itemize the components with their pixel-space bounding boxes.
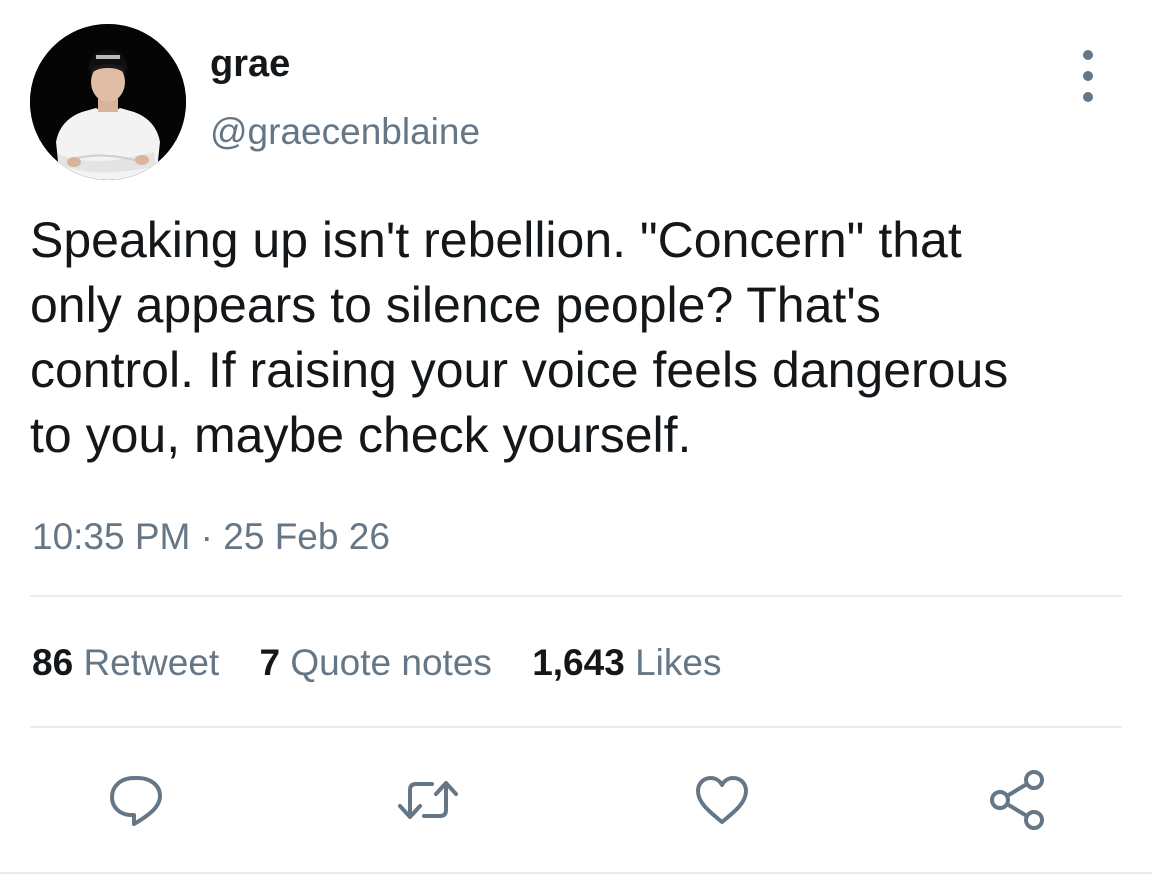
reply-icon [110, 776, 162, 826]
tweet-text: Speaking up isn't rebellion. "Concern" t… [30, 208, 1145, 468]
quote-label: Quote notes [290, 642, 492, 683]
display-name[interactable]: grae [210, 42, 290, 86]
reply-button[interactable] [104, 768, 168, 832]
tweet-text-line: Speaking up isn't rebellion. "Concern" t… [30, 212, 962, 268]
retweet-label: Retweet [83, 642, 220, 683]
timestamp-separator: · [200, 516, 213, 557]
divider [30, 726, 1122, 728]
tweet-text-line: to you, maybe check yourself. [30, 407, 692, 463]
more-options-dot [1083, 92, 1093, 102]
tweet-text-line: only appears to silence people? That's [30, 277, 881, 333]
quote-count: 7 [259, 642, 281, 683]
engagement-stats: 86 Retweet 7 Quote notes 1,643 Likes [32, 640, 751, 686]
more-options-dot [1083, 71, 1093, 81]
like-count: 1,643 [532, 642, 625, 683]
like-count-link[interactable]: 1,643 Likes [532, 640, 721, 686]
more-options-button[interactable] [1070, 50, 1106, 102]
tweet-time: 10:35 PM [32, 516, 191, 557]
retweet-count: 86 [32, 642, 74, 683]
tweet-timestamp[interactable]: 10:35 PM · 25 Feb 26 [32, 514, 390, 560]
tweet-date: 25 Feb 26 [223, 516, 390, 557]
retweet-button[interactable] [396, 768, 460, 832]
like-icon [696, 776, 748, 824]
action-bar [0, 768, 1152, 832]
quote-count-link[interactable]: 7 Quote notes [259, 640, 491, 686]
profile-photo-icon [30, 24, 186, 180]
avatar[interactable] [30, 24, 186, 180]
user-handle[interactable]: @graecenblaine [210, 110, 480, 154]
like-button[interactable] [690, 768, 754, 832]
share-icon [990, 770, 1044, 830]
tweet-text-line: control. If raising your voice feels dan… [30, 342, 1009, 398]
bottom-divider [0, 872, 1152, 874]
retweet-count-link[interactable]: 86 Retweet [32, 640, 219, 686]
more-options-icon [1083, 50, 1093, 60]
divider [30, 595, 1122, 597]
retweet-icon [398, 781, 458, 819]
like-label: Likes [635, 642, 722, 683]
share-button[interactable] [986, 768, 1050, 832]
